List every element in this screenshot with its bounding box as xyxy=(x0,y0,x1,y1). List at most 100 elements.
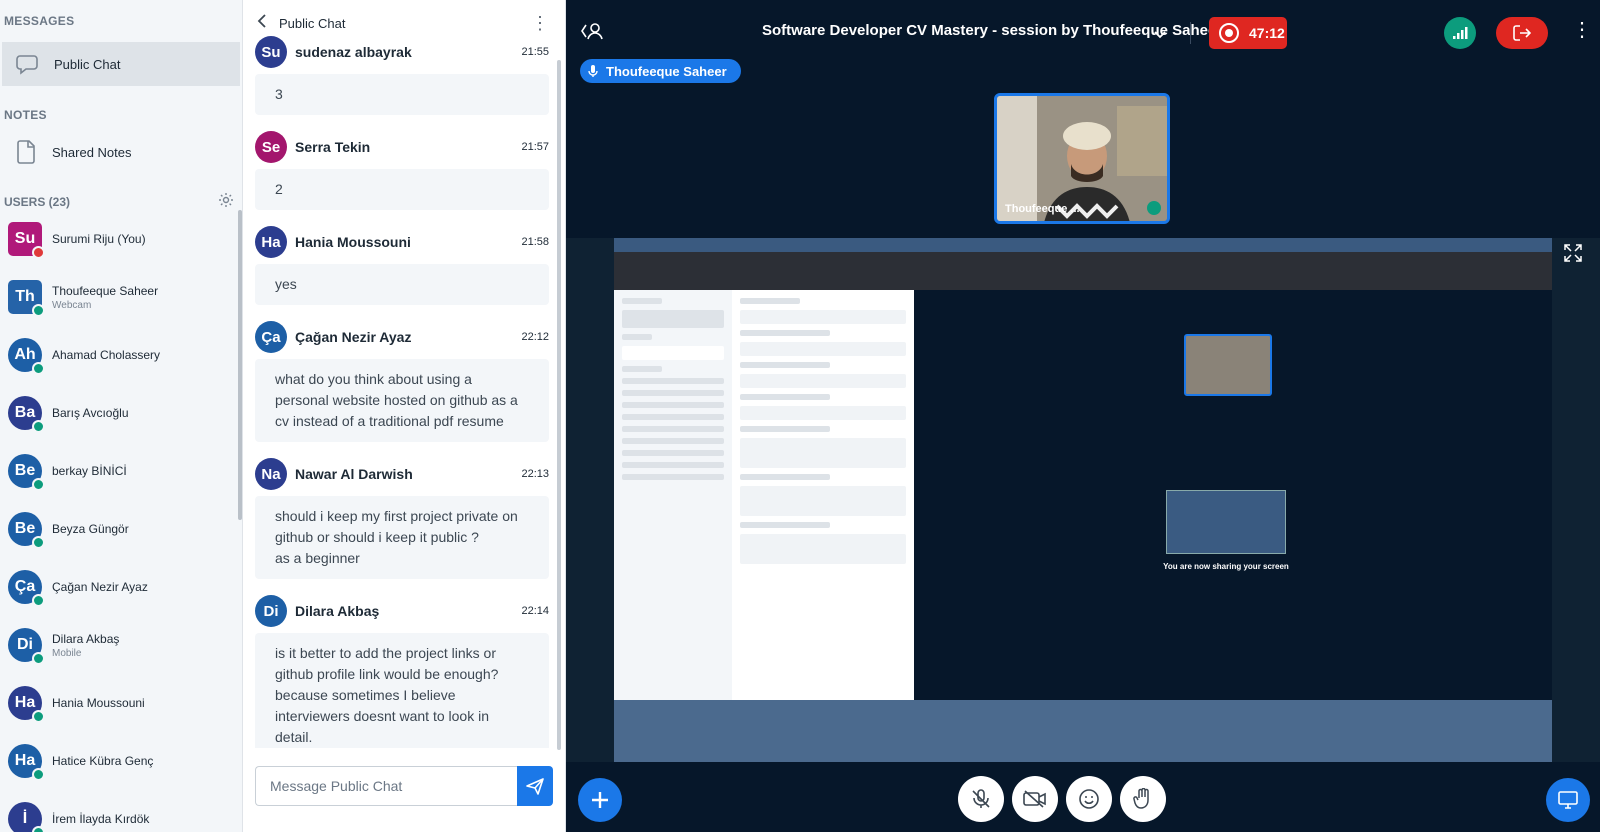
user-status-badge xyxy=(32,362,45,375)
user-list-item[interactable]: İ İrem İlayda Kırdök xyxy=(0,790,238,832)
user-list: Su Surumi Riju (You) Th Thoufeeque Sahee… xyxy=(0,210,238,832)
user-name: Dilara Akbaş xyxy=(52,631,120,646)
user-list-item[interactable]: Ha Hania Moussouni xyxy=(0,674,238,732)
recording-button[interactable]: 47:12 xyxy=(1209,17,1287,49)
connection-status-button[interactable] xyxy=(1444,17,1476,49)
sender-name: Nawar Al Darwish xyxy=(295,466,413,482)
kebab-menu-icon[interactable]: ⋮ xyxy=(531,14,549,32)
screenshare-video: You are now sharing your screen xyxy=(614,238,1552,762)
main-stage: Software Developer CV Mastery - session … xyxy=(566,0,1600,832)
user-list-item[interactable]: Su Surumi Riju (You) xyxy=(0,210,238,268)
sender-name: sudenaz albayrak xyxy=(295,44,412,60)
user-list-item[interactable]: Di Dilara Akbaş Mobile xyxy=(0,616,238,674)
user-list-toggle-icon[interactable] xyxy=(580,20,604,47)
fullscreen-icon[interactable] xyxy=(1564,244,1582,267)
shared-screen-userlist xyxy=(614,290,732,700)
sender-name: Çağan Nezir Ayaz xyxy=(295,329,412,345)
shared-screen-preview xyxy=(1166,490,1286,554)
avatar: Ba xyxy=(8,396,45,433)
raise-hand-button[interactable] xyxy=(1120,776,1166,822)
avatar: Ha xyxy=(8,686,45,723)
sidebar-item-shared-notes[interactable]: Shared Notes xyxy=(0,130,242,174)
user-name: Beyza Güngör xyxy=(52,522,129,536)
chat-message: Na Nawar Al Darwish 22:13 should i keep … xyxy=(243,454,561,579)
top-bar: Software Developer CV Mastery - session … xyxy=(566,0,1600,64)
avatar: Di xyxy=(255,595,287,627)
chat-input-area xyxy=(255,766,553,806)
shared-screen-menubar xyxy=(614,238,1552,252)
message-time: 22:14 xyxy=(521,605,549,617)
message-time: 21:55 xyxy=(521,46,549,58)
user-status-badge xyxy=(32,768,45,781)
avatar: Be xyxy=(8,454,45,491)
avatar: Ah xyxy=(8,338,45,375)
user-list-item[interactable]: Th Thoufeeque Saheer Webcam xyxy=(0,268,238,326)
user-status-badge xyxy=(32,246,45,259)
microphone-off-icon xyxy=(972,789,990,808)
user-status-badge xyxy=(32,594,45,607)
chevron-down-icon[interactable] xyxy=(1154,26,1166,44)
chat-scrollbar[interactable] xyxy=(557,60,561,750)
leave-meeting-button[interactable] xyxy=(1496,17,1548,49)
messages-section-title: MESSAGES xyxy=(4,14,75,28)
avatar: Ça xyxy=(255,321,287,353)
message-text: 2 xyxy=(255,169,549,210)
user-list-item[interactable]: Ça Çağan Nezir Ayaz xyxy=(0,558,238,616)
send-button[interactable] xyxy=(517,766,553,806)
video-button[interactable] xyxy=(1012,776,1058,822)
avatar: Su xyxy=(8,222,45,259)
webcam-name: Thoufeeque ... xyxy=(1005,203,1080,215)
public-chat-label: Public Chat xyxy=(54,56,121,72)
chat-message: Ha Hania Moussouni 21:58 yes xyxy=(243,222,561,305)
chat-message: Ça Çağan Nezir Ayaz 22:12 what do you th… xyxy=(243,317,561,442)
options-menu-icon[interactable]: ⋮ xyxy=(1572,20,1592,40)
message-input[interactable] xyxy=(255,766,517,806)
sender-name: Dilara Akbaş xyxy=(295,603,380,619)
sidebar-item-public-chat[interactable]: Public Chat xyxy=(2,42,240,86)
user-status-badge xyxy=(32,420,45,433)
avatar: Be xyxy=(8,512,45,549)
mic-status-icon xyxy=(1147,201,1161,215)
user-list-item[interactable]: Be Beyza Güngör xyxy=(0,500,238,558)
avatar: Se xyxy=(255,131,287,163)
message-list: Su sudenaz albayrak 21:55 3 Se Serra Tek… xyxy=(243,32,561,748)
hand-icon xyxy=(1133,788,1149,809)
user-list-scrollbar[interactable] xyxy=(238,210,242,520)
reactions-button[interactable] xyxy=(1066,776,1112,822)
user-name: Thoufeeque Saheer xyxy=(52,283,159,298)
user-list-item[interactable]: Ah Ahamad Cholassery xyxy=(0,326,238,384)
webcam-video[interactable]: Thoufeeque ... xyxy=(994,93,1170,224)
leave-icon xyxy=(1513,25,1531,41)
send-icon xyxy=(526,778,544,795)
user-status-badge xyxy=(32,652,45,665)
user-status-badge xyxy=(32,304,45,317)
sender-name: Serra Tekin xyxy=(295,139,371,155)
actions-button[interactable] xyxy=(578,778,622,822)
message-text: should i keep my first project private o… xyxy=(255,496,549,579)
chevron-left-icon[interactable] xyxy=(257,13,267,33)
screen-icon xyxy=(1558,791,1578,809)
user-status-badge xyxy=(32,710,45,723)
emoji-icon xyxy=(1079,789,1099,809)
user-list-item[interactable]: Be berkay BİNİCİ xyxy=(0,442,238,500)
mute-button[interactable] xyxy=(958,776,1004,822)
chat-message: Se Serra Tekin 21:57 2 xyxy=(243,127,561,210)
user-name: İrem İlayda Kırdök xyxy=(52,812,150,826)
chat-bubble-icon xyxy=(14,50,42,78)
user-list-item[interactable]: Ha Hatice Kübra Genç xyxy=(0,732,238,790)
avatar: Na xyxy=(255,458,287,490)
chat-panel: Public Chat ⋮ Su sudenaz albayrak 21:55 … xyxy=(243,0,566,832)
notes-section-title: NOTES xyxy=(4,108,47,122)
avatar: Su xyxy=(255,36,287,68)
presentation-button[interactable] xyxy=(1546,778,1590,822)
microphone-icon xyxy=(588,65,598,77)
avatar: Ha xyxy=(255,226,287,258)
shared-notes-label: Shared Notes xyxy=(52,144,132,160)
user-list-item[interactable]: Ba Barış Avcıoğlu xyxy=(0,384,238,442)
user-list-panel: MESSAGES Public Chat NOTES Shared Notes … xyxy=(0,0,243,832)
user-name: Barış Avcıoğlu xyxy=(52,406,129,420)
chat-message: Di Dilara Akbaş 22:14 is it better to ad… xyxy=(243,591,561,748)
message-text: 3 xyxy=(255,74,549,115)
shared-screen-stage: You are now sharing your screen xyxy=(914,290,1552,700)
share-status-text: You are now sharing your screen xyxy=(1163,562,1289,571)
